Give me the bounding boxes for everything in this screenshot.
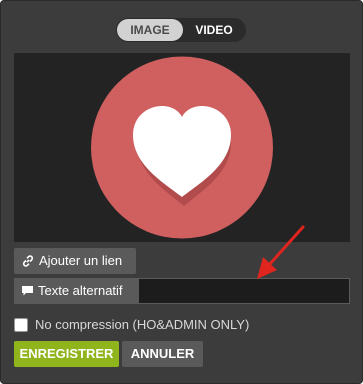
no-compression-checkbox[interactable] bbox=[14, 317, 28, 332]
image-preview bbox=[14, 53, 350, 242]
alt-text-input[interactable] bbox=[138, 278, 350, 304]
alt-text-label-box: Texte alternatif bbox=[14, 278, 138, 304]
no-compression-label: No compression (HO&ADMIN ONLY) bbox=[35, 317, 250, 332]
save-button[interactable]: ENREGISTRER bbox=[14, 341, 119, 367]
no-compression-row: No compression (HO&ADMIN ONLY) bbox=[14, 317, 249, 332]
link-icon bbox=[21, 254, 39, 268]
add-link-button[interactable]: Ajouter un lien bbox=[14, 248, 136, 274]
heart-icon bbox=[91, 56, 273, 239]
media-editor-panel: IMAGE VIDEO Ajouter un lien Texte altern… bbox=[0, 0, 363, 384]
tab-image[interactable]: IMAGE bbox=[117, 19, 183, 41]
cancel-button[interactable]: ANNULER bbox=[122, 341, 203, 367]
media-type-toggle: IMAGE VIDEO bbox=[116, 18, 246, 42]
red-arrow-annotation bbox=[257, 225, 305, 279]
comment-icon bbox=[21, 285, 38, 297]
alt-text-label: Texte alternatif bbox=[38, 283, 123, 298]
add-link-label: Ajouter un lien bbox=[39, 253, 123, 268]
tab-video[interactable]: VIDEO bbox=[183, 19, 245, 41]
